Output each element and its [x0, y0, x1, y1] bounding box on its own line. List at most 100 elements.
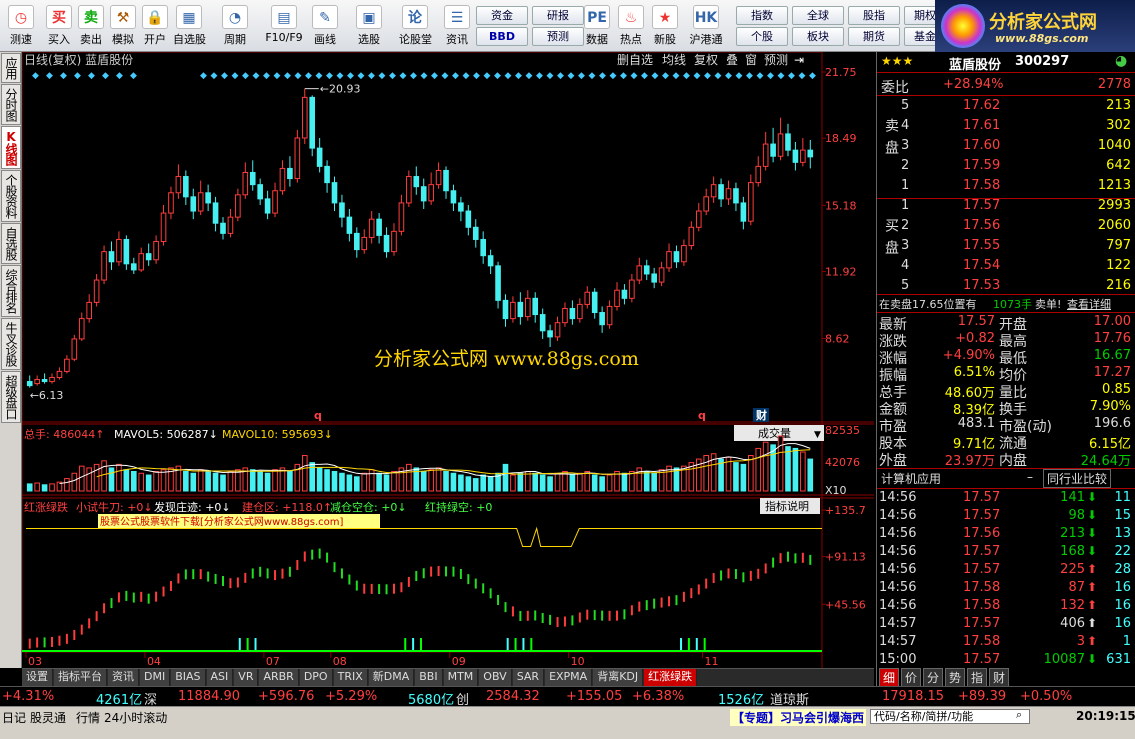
toolbar-button-13[interactable]: ♨ 热点 [614, 2, 648, 50]
kline-chart-area[interactable]: 日线(复权) 蓝盾股份 删自选 均线 复权叠窗预测 ⇥ ◆ ◆ ◆ ◆ ◆ ◆ ◆ ◆ ◆ ◆ ◆ ◆ ◆ ◆ ◆ ◆ ◆… [22, 52, 874, 668]
toolbar-button-9[interactable]: ▣ 选股 [352, 2, 386, 50]
toolbar-button-4[interactable]: 🔒 开户 [138, 2, 172, 50]
ask-price[interactable]: 17.62 [963, 98, 1000, 113]
quick-button-9[interactable]: 板块 [792, 27, 844, 46]
quick-button-1[interactable]: 研报 [532, 6, 584, 25]
left-tab-1[interactable]: 分时图 [1, 84, 21, 125]
indicator-tab-12[interactable]: MTM [443, 669, 479, 686]
indicator-tab-8[interactable]: DPO [299, 669, 333, 686]
left-tab-6[interactable]: 牛叉诊股 [1, 318, 21, 370]
indicator-tab-0[interactable]: 设置 [22, 669, 53, 686]
toolbar-button-5[interactable]: ▦ 自选股 [172, 2, 206, 50]
toolbar-button-6[interactable]: ◔ 周期 [218, 2, 252, 50]
indicator-tab-10[interactable]: 新DMA [368, 669, 415, 686]
indicator-tab-1[interactable]: 指标平台 [54, 669, 107, 686]
quote-tab-2[interactable]: 分 [923, 668, 944, 687]
quick-button-8[interactable]: 个股 [736, 27, 788, 46]
indicator-tab-2[interactable]: 资讯 [108, 669, 139, 686]
ask-price[interactable]: 17.61 [963, 118, 1000, 133]
toolbar-button-7[interactable]: ▤ F10/F9 [262, 2, 306, 50]
quote-tab-0[interactable]: 细 [879, 668, 900, 687]
footer-item-news-scroll[interactable]: 24小时滚动 [104, 709, 167, 726]
left-tab-7[interactable]: 超级盘口 [1, 371, 21, 423]
signal-diamond-icon: ◆ [809, 71, 816, 81]
indicator-tab-5[interactable]: ASI [206, 669, 234, 686]
toolbar-button-8[interactable]: ✎ 画线 [308, 2, 342, 50]
indicator-tab-15[interactable]: EXPMA [545, 669, 593, 686]
search-icon[interactable]: ⌕ [1016, 708, 1022, 722]
close-chart-icon[interactable]: ⇥ [794, 53, 804, 67]
ask-level: 1 [901, 178, 910, 193]
toolbar-button-1[interactable]: 买买入 [42, 2, 76, 50]
quote-tab-3[interactable]: 势 [945, 668, 966, 687]
ask-price[interactable]: 17.59 [963, 158, 1000, 173]
toolbar-button-10[interactable]: 论论股堂 [398, 2, 432, 50]
bid-price[interactable]: 17.55 [963, 238, 1000, 253]
indicator-tab-3[interactable]: DMI [140, 669, 171, 686]
left-tab-2[interactable]: K线图 [1, 126, 21, 169]
event-marker[interactable]: q [314, 409, 322, 422]
footer-item-quotes[interactable]: 行情 [76, 709, 100, 726]
indicator-point [504, 602, 507, 613]
toolbar-button-11[interactable]: ☰ 资讯 [440, 2, 474, 50]
indicator-tab-7[interactable]: ARBR [259, 669, 299, 686]
bid-price[interactable]: 17.53 [963, 278, 1000, 293]
indicator-tab-14[interactable]: SAR [512, 669, 545, 686]
volume-bar [629, 470, 635, 492]
ask-price[interactable]: 17.58 [963, 178, 1000, 193]
pie-chart-icon[interactable]: ◕ [1115, 53, 1127, 69]
ask-price[interactable]: 17.60 [963, 138, 1000, 153]
quick-button-10[interactable]: 期货 [848, 27, 900, 46]
chart-header-button-5[interactable]: 预测 [764, 53, 788, 67]
indicator-tab-16[interactable]: 背离KDJ [593, 669, 644, 686]
toolbar-button-14[interactable]: ★ 新股 [648, 2, 682, 50]
chart-header-button-0[interactable]: 删自选 [617, 53, 653, 67]
chart-header-button-3[interactable]: 叠 [726, 53, 738, 67]
industry-compare-button[interactable]: 同行业比较 [1043, 469, 1112, 488]
left-tab-4[interactable]: 自选股 [1, 223, 21, 264]
quote-tab-1[interactable]: 价 [901, 668, 922, 687]
chart-header-button-4[interactable]: 窗 [745, 53, 757, 67]
event-marker[interactable]: 财 [755, 408, 767, 422]
indicator-tab-17[interactable]: 红涨绿跌 [644, 669, 698, 686]
chart-header-button-1[interactable]: 均线 [662, 53, 686, 67]
news-ticker[interactable]: 【专题】习马会引爆海西 [730, 709, 867, 726]
candle [643, 265, 650, 275]
quote-tab-4[interactable]: 指 [967, 668, 988, 687]
quick-button-4[interactable]: 指数 [736, 6, 788, 25]
toolbar-button-label: 热点 [620, 33, 642, 46]
left-tab-3[interactable]: 个股资料 [1, 170, 21, 222]
date-axis-label: 08 [333, 655, 347, 668]
left-tab-5[interactable]: 综合排名 [1, 265, 21, 317]
quick-button-3[interactable]: 预测 [532, 27, 584, 46]
indicator-tab-4[interactable]: BIAS [171, 669, 206, 686]
toolbar-button-12[interactable]: PE 数据 [580, 2, 614, 50]
quick-button-6[interactable]: 股指 [848, 6, 900, 25]
event-marker[interactable]: q [698, 409, 706, 422]
indicator-tab-6[interactable]: VR [234, 669, 259, 686]
search-input[interactable]: 代码/名称/简拼/功能 [870, 709, 1030, 724]
footer-item-gulingtong[interactable]: 股灵通 [30, 709, 66, 726]
bid-price[interactable]: 17.57 [963, 198, 1000, 213]
indicator-tab-13[interactable]: OBV [479, 669, 512, 686]
volume-bar [346, 474, 353, 492]
quote-tab-5[interactable]: 财 [989, 668, 1010, 687]
quick-button-2[interactable]: BBD [476, 27, 528, 46]
minus-icon[interactable]: – [1027, 470, 1033, 484]
quick-button-0[interactable]: 资金 [476, 6, 528, 25]
view-detail-link[interactable]: 查看详细 [1067, 296, 1111, 312]
toolbar-button-0[interactable]: ◷ 测速 [4, 2, 38, 50]
quick-button-5[interactable]: 全球 [792, 6, 844, 25]
left-tab-0[interactable]: 应用 [1, 53, 21, 83]
bid-price[interactable]: 17.54 [963, 258, 1000, 273]
toolbar-button-15[interactable]: HK 沪港通 [684, 2, 728, 50]
bid-price[interactable]: 17.56 [963, 218, 1000, 233]
toolbar-button-2[interactable]: 卖卖出 [74, 2, 108, 50]
chart-header-button-2[interactable]: 复权 [694, 53, 718, 67]
toolbar-button-3[interactable]: ⚒ 模拟 [106, 2, 140, 50]
indicator-tab-9[interactable]: TRIX [333, 669, 368, 686]
footer-item-diary[interactable]: 日记 [2, 709, 26, 726]
f10-icon: ▤ [271, 5, 297, 29]
kline-chart-svg[interactable]: 日线(复权) 蓝盾股份 删自选 均线 复权叠窗预测 ⇥◆ ◆ ◆ ◆ ◆ ◆ ◆ ◆ ◆ ◆ ◆ ◆ ◆ ◆ ◆ ◆ ◆… [22, 52, 874, 668]
indicator-tab-11[interactable]: BBI [415, 669, 443, 686]
